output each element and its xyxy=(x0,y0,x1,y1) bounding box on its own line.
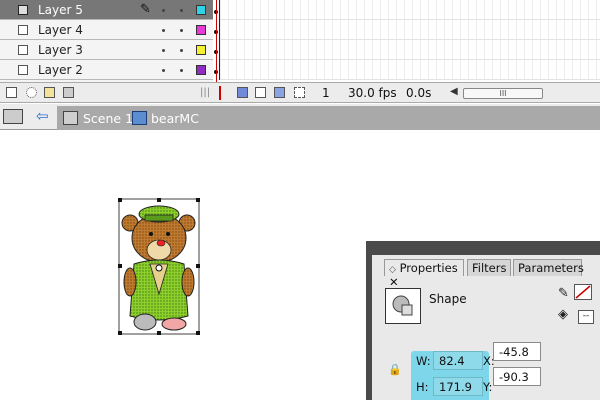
elapsed-time: 0.0s xyxy=(406,86,432,100)
delete-layer-icon[interactable] xyxy=(63,87,74,98)
width-label: W: xyxy=(416,354,431,368)
frame-row[interactable] xyxy=(213,20,600,40)
tab-parameters[interactable]: Parameters xyxy=(513,259,584,276)
layer-name: Layer 2 xyxy=(38,63,83,77)
frame-row[interactable] xyxy=(213,60,600,80)
layer-visibility-dot[interactable] xyxy=(162,9,165,12)
fill-style-dropdown[interactable]: -- xyxy=(578,310,594,324)
y-label: Y: xyxy=(483,380,493,394)
onion-skin-outlines-icon[interactable] xyxy=(255,87,266,98)
modify-onion-markers-icon[interactable] xyxy=(294,87,305,98)
layer-lock-dot[interactable] xyxy=(180,69,183,72)
layer-outline-swatch[interactable] xyxy=(196,45,206,55)
timeline-frames-grid[interactable] xyxy=(213,0,600,82)
layer-outline-swatch[interactable] xyxy=(196,65,206,75)
insert-layer-icon[interactable] xyxy=(6,87,17,98)
edit-multiple-frames-icon[interactable] xyxy=(274,87,285,98)
height-field[interactable]: 171.9 xyxy=(433,377,483,396)
layer-lock-dot[interactable] xyxy=(180,49,183,52)
layer-icon xyxy=(18,25,28,35)
layer-name: Layer 5 xyxy=(38,3,83,17)
layer-visibility-dot[interactable] xyxy=(162,69,165,72)
layer-row-4[interactable]: Layer 4 xyxy=(0,20,213,40)
tab-filters[interactable]: Filters xyxy=(467,259,511,276)
collapse-icon[interactable]: ◇ xyxy=(389,265,396,275)
layer-icon xyxy=(18,45,28,55)
breadcrumb-scene[interactable]: Scene 1 xyxy=(83,111,133,126)
bear-shape[interactable] xyxy=(118,198,200,335)
frame-row[interactable] xyxy=(213,0,600,20)
layer-icon xyxy=(18,5,28,15)
layer-lock-dot[interactable] xyxy=(180,9,183,12)
selection-type: Shape xyxy=(429,292,467,306)
flash-editor-window: Layer 5 ✎ Layer 4 Layer 3 Layer 2 ||| 1 … xyxy=(0,0,600,400)
breadcrumb: Scene 1 bearMC xyxy=(57,106,600,130)
edit-bar: ⇦ Scene 1 bearMC xyxy=(0,104,600,130)
timeline-toggle-icon[interactable] xyxy=(3,109,23,124)
frame-row[interactable] xyxy=(213,40,600,60)
stroke-color-icon[interactable]: ✎ xyxy=(558,286,569,301)
layer-row-5[interactable]: Layer 5 ✎ xyxy=(0,0,213,20)
y-field[interactable]: -90.3 xyxy=(493,367,541,386)
properties-content: ◇ Properties ✕ Filters Parameters Shape … xyxy=(372,255,600,400)
onion-skin-icon[interactable] xyxy=(237,87,248,98)
layer-icon xyxy=(18,65,28,75)
layer-outline-swatch[interactable] xyxy=(196,25,206,35)
tab-parameters-label: Parameters xyxy=(518,261,584,275)
layer-outline-swatch[interactable] xyxy=(196,5,206,15)
movieclip-icon xyxy=(132,111,147,125)
frame-rate: 30.0 fps xyxy=(348,86,397,100)
properties-panel: ◇ Properties ✕ Filters Parameters Shape … xyxy=(366,241,600,400)
tab-properties[interactable]: ◇ Properties ✕ xyxy=(384,259,464,289)
tab-properties-label: Properties xyxy=(399,261,458,275)
stroke-color-swatch[interactable] xyxy=(574,284,592,300)
layer-row-3[interactable]: Layer 3 xyxy=(0,40,213,60)
timeline-status-bar: ||| 1 30.0 fps 0.0s ◀ III xyxy=(0,82,600,103)
close-icon[interactable]: ✕ xyxy=(389,275,399,289)
scene-icon xyxy=(63,111,78,125)
layer-visibility-dot[interactable] xyxy=(162,29,165,32)
layer-visibility-dot[interactable] xyxy=(162,49,165,52)
breadcrumb-symbol[interactable]: bearMC xyxy=(151,111,199,126)
width-field[interactable]: 82.4 xyxy=(433,351,483,370)
tab-filters-label: Filters xyxy=(472,261,507,275)
back-arrow-icon[interactable]: ⇦ xyxy=(36,107,49,125)
layer-name: Layer 4 xyxy=(38,23,83,37)
current-frame: 1 xyxy=(322,86,330,100)
timeline-layers-panel: Layer 5 ✎ Layer 4 Layer 3 Layer 2 xyxy=(0,0,213,82)
x-field[interactable]: -45.8 xyxy=(493,342,541,361)
pencil-icon: ✎ xyxy=(140,2,151,17)
scroll-left-icon[interactable]: ◀ xyxy=(450,86,458,97)
playhead-icon[interactable] xyxy=(216,0,217,82)
layer-row-2[interactable]: Layer 2 xyxy=(0,60,213,80)
fill-color-icon[interactable]: ◈ xyxy=(558,307,568,322)
insert-folder-icon[interactable] xyxy=(44,87,55,98)
layer-name: Layer 3 xyxy=(38,43,83,57)
height-label: H: xyxy=(416,380,429,394)
scroll-to-playhead-icon[interactable]: ||| xyxy=(200,87,210,98)
shape-preview-icon xyxy=(385,288,421,324)
layer-lock-dot[interactable] xyxy=(180,29,183,32)
lock-icon[interactable]: 🔒 xyxy=(388,363,402,376)
timeline-scrollbar-thumb[interactable]: III xyxy=(463,88,543,99)
center-frame-icon[interactable] xyxy=(219,86,221,100)
add-motion-guide-icon[interactable] xyxy=(26,87,37,98)
